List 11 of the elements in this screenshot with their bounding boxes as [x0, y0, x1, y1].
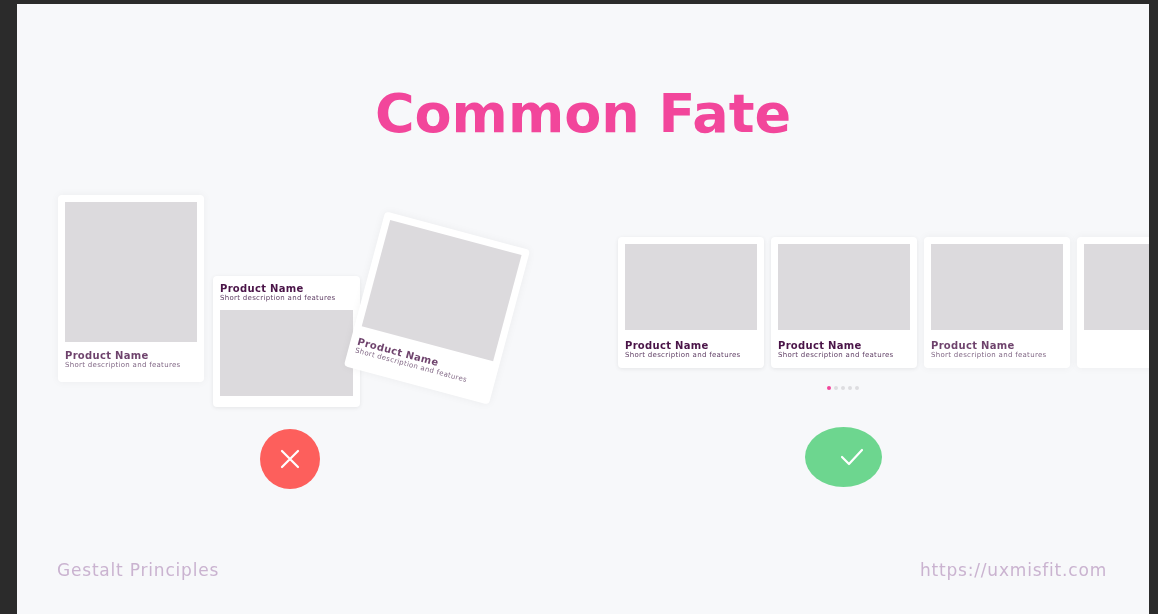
slide-title: Common Fate — [374, 84, 792, 144]
footer-url: https://uxmisfit.com — [920, 560, 1107, 580]
check-icon — [839, 448, 864, 467]
product-name: Product Name — [65, 350, 149, 362]
close-icon — [280, 449, 300, 470]
pagination-dot[interactable] — [827, 386, 831, 391]
product-name: Product Name — [778, 340, 862, 352]
product-name: Product Name — [625, 340, 709, 352]
footer-label: Gestalt Principles — [57, 560, 220, 580]
product-name: Product Name — [931, 340, 1015, 352]
product-name: Product Name — [220, 283, 304, 295]
